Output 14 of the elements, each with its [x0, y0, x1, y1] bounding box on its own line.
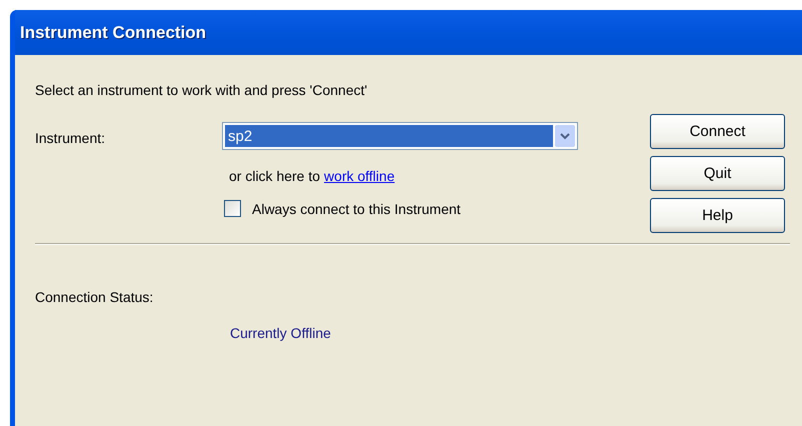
always-connect-checkbox[interactable] — [224, 200, 241, 217]
dialog-button[interactable]: Quit — [650, 156, 785, 191]
chevron-down-icon — [560, 132, 570, 140]
dialog-button[interactable]: Connect — [650, 114, 785, 149]
connection-status-value: Currently Offline — [230, 325, 332, 341]
instrument-label: Instrument: — [35, 130, 106, 146]
always-connect-label: Always connect to this Instrument — [252, 200, 461, 216]
work-offline-link[interactable]: work offline — [324, 168, 395, 184]
dialog-button[interactable]: Help — [650, 198, 785, 233]
window-title: Instrument Connection — [20, 22, 206, 42]
instrument-dropdown[interactable]: sp2 — [222, 122, 578, 150]
connection-status-label: Connection Status: — [35, 289, 154, 305]
offline-text: or click here to — [229, 168, 320, 184]
instruction-text: Select an instrument to work with and press 'Connect' — [35, 82, 368, 100]
